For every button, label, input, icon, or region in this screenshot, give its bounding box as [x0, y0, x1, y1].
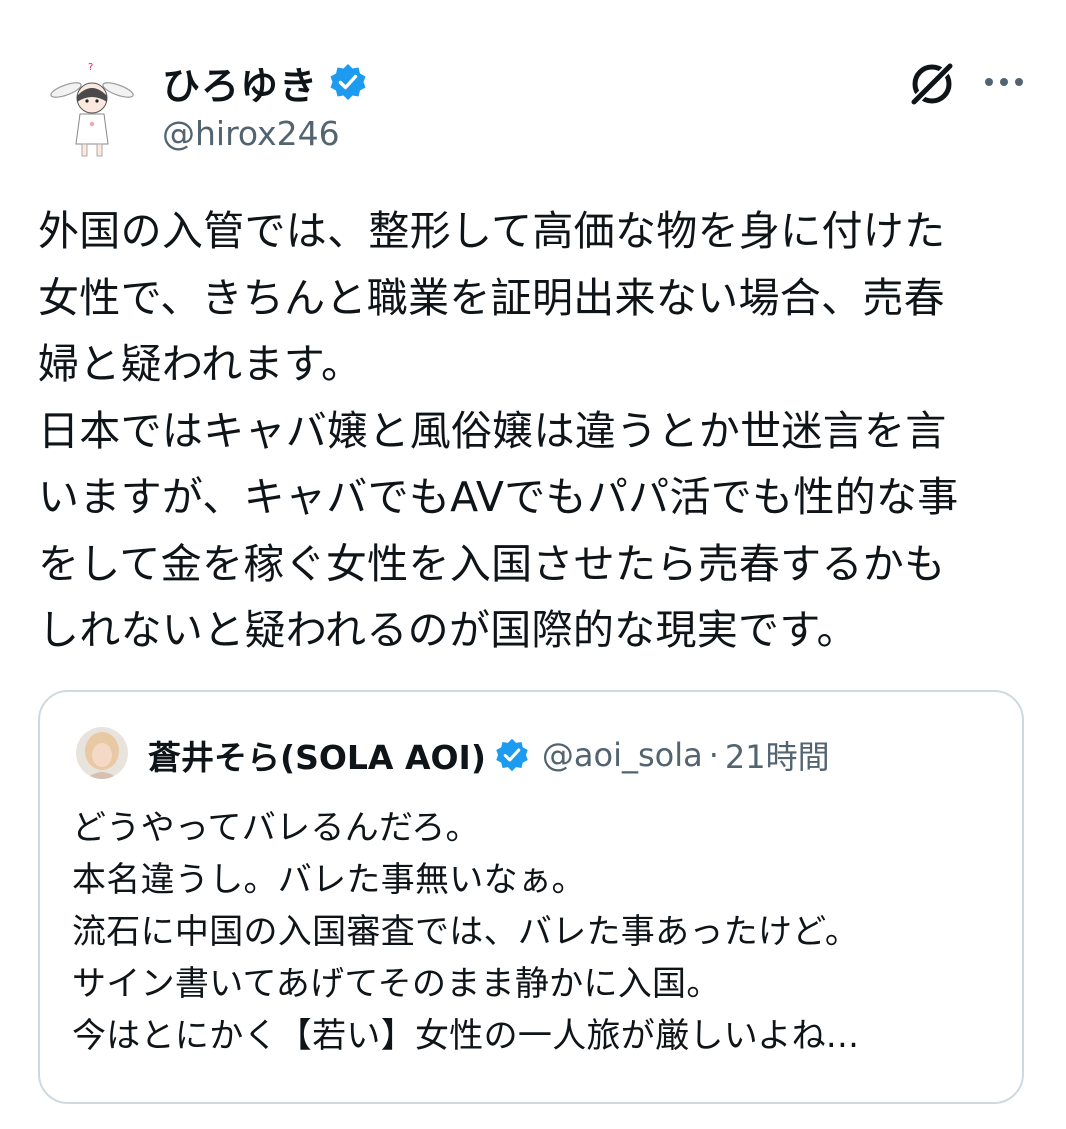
tweet-text-line: しれないと疑われるのが国際的な現実です。	[38, 606, 858, 654]
tweet-text-line: いますが、キャバでもAVでもパパ活でも性的な事	[38, 473, 959, 521]
tweet-text-line: 婦と疑われます。	[38, 340, 363, 388]
author-name[interactable]: ひろゆき	[162, 55, 318, 110]
quoted-author-avatar[interactable]	[76, 727, 128, 779]
tweet-text-line: 外国の入管では、整形して高価な物を身に付けた	[38, 207, 946, 255]
tweet-text-line: をして金を稼ぐ女性を入国させたら売春するかも	[38, 539, 946, 588]
verified-badge-icon	[496, 738, 528, 772]
tweet-text: 外国の入管では、整形して高価な物を身に付けた 女性で、きちんと職業を証明出来ない…	[38, 198, 1033, 664]
more-options-icon[interactable]	[982, 70, 1026, 94]
quoted-author-name[interactable]: 蒼井そら(SOLA AOI)	[148, 731, 486, 779]
svg-text:?: ?	[88, 62, 93, 73]
author-block: ひろゆき @hirox246	[162, 56, 368, 153]
quoted-tweet-card[interactable]: 蒼井そら(SOLA AOI) @aoi_sola · 21時間 どうやってバレる…	[38, 690, 1024, 1104]
quoted-text-line: 本名違うし。バレた事無いなぁ。	[72, 860, 586, 900]
quoted-timestamp[interactable]: 21時間	[725, 732, 830, 778]
author-avatar[interactable]: ?	[44, 58, 140, 162]
quoted-text-line: 流石に中国の入国審査では、バレた事あったけど。	[72, 912, 860, 952]
quoted-text-line: 今はとにかく【若い】女性の一人旅が厳しいよね...	[72, 1016, 860, 1056]
quoted-text-line: どうやってバレるんだろ。	[72, 808, 480, 848]
author-handle[interactable]: @hirox246	[162, 114, 368, 153]
separator-dot: ·	[708, 736, 719, 774]
tweet-text-line: 女性で、きちんと職業を証明出来ない場合、売春	[38, 273, 945, 322]
tweet-text-line: 日本ではキャバ嬢と風俗嬢は違うとか世迷言を言	[38, 406, 947, 455]
verified-badge-icon	[330, 64, 366, 100]
quoted-author-handle[interactable]: @aoi_sola	[542, 736, 703, 774]
author-name-row: ひろゆき	[162, 56, 368, 108]
grok-icon[interactable]	[906, 58, 958, 110]
quoted-header: 蒼井そら(SOLA AOI) @aoi_sola · 21時間	[148, 732, 830, 778]
quoted-text-line: サイン書いてあげてそのまま静かに入国。	[72, 964, 721, 1004]
quoted-tweet-text: どうやってバレるんだろ。 本名違うし。バレた事無いなぁ。 流石に中国の入国審査で…	[72, 802, 1002, 1062]
